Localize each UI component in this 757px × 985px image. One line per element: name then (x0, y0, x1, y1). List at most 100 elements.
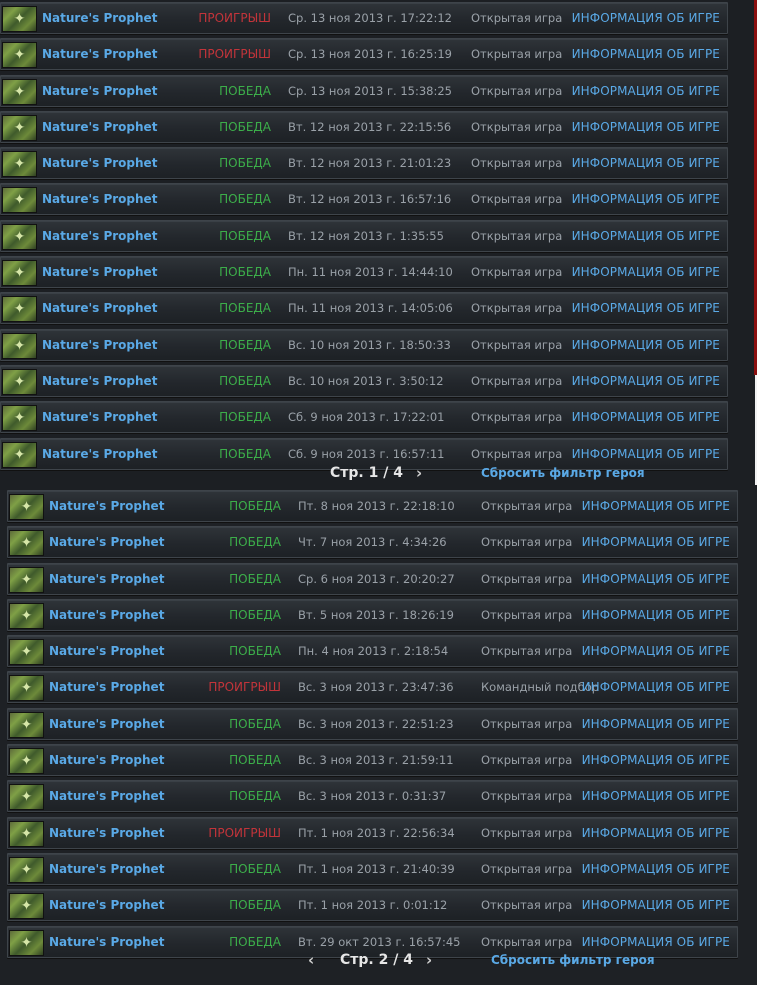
hero-name[interactable]: Nature's Prophet (49, 491, 164, 521)
hero-name[interactable]: Nature's Prophet (42, 3, 157, 33)
match-row[interactable]: ✦ Nature's Prophet ПРОИГРЫШ Пт. 1 ноя 2013 … (7, 816, 738, 849)
match-info-link[interactable]: ИНФОРМАЦИЯ ОБ ИГРЕ (572, 221, 720, 251)
hero-name[interactable]: Nature's Prophet (49, 890, 164, 920)
match-row[interactable]: ✦ Nature's Prophet ПРОИГРЫШ Ср. 13 ноя 2013… (0, 38, 728, 71)
match-row[interactable]: ✦ Nature's Prophet ПОБЕДА Вт. 12 ноя 2013 г… (0, 147, 728, 180)
hero-name[interactable]: Nature's Prophet (49, 709, 164, 739)
match-info-link[interactable]: ИНФОРМАЦИЯ ОБ ИГРЕ (572, 293, 720, 323)
hero-name[interactable]: Nature's Prophet (49, 927, 164, 957)
hero-name[interactable]: Nature's Prophet (42, 39, 157, 69)
match-row[interactable]: ✦ Nature's Prophet ПОБЕДА Пт. 8 ноя 2013 г.… (7, 490, 738, 522)
match-info-link[interactable]: ИНФОРМАЦИЯ ОБ ИГРЕ (572, 184, 720, 214)
hero-name[interactable]: Nature's Prophet (42, 184, 157, 214)
match-row[interactable]: ✦ Nature's Prophet ПОБЕДА Вс. 10 ноя 2013 г… (0, 364, 728, 397)
match-info-link[interactable]: ИНФОРМАЦИЯ ОБ ИГРЕ (582, 636, 730, 666)
match-info-link[interactable]: ИНФОРМАЦИЯ ОБ ИГРЕ (572, 257, 720, 287)
hero-portrait-icon: ✦ (2, 42, 37, 69)
next-page-button[interactable]: › (416, 462, 422, 484)
match-row[interactable]: ✦ Nature's Prophet ПРОИГРЫШ Вс. 3 ноя 2013 … (7, 671, 738, 704)
match-row[interactable]: ✦ Nature's Prophet ПОБЕДА Вт. 5 ноя 2013 г.… (7, 598, 738, 631)
hero-name[interactable]: Nature's Prophet (49, 781, 164, 811)
hero-name[interactable]: Nature's Prophet (42, 439, 157, 469)
match-row[interactable]: ✦ Nature's Prophet ПОБЕДА Пн. 4 ноя 2013 г.… (7, 635, 738, 668)
hero-name[interactable]: Nature's Prophet (49, 854, 164, 884)
game-mode: Открытая игра (481, 607, 573, 622)
hero-name[interactable]: Nature's Prophet (42, 257, 157, 287)
match-row[interactable]: ✦ Nature's Prophet ПОБЕДА Вс. 3 ноя 2013 г.… (7, 780, 738, 813)
match-info-link[interactable]: ИНФОРМАЦИЯ ОБ ИГРЕ (572, 402, 720, 432)
match-row[interactable]: ✦ Nature's Prophet ПОБЕДА Вс. 3 ноя 2013 г.… (7, 744, 738, 777)
match-row[interactable]: ✦ Nature's Prophet ПОБЕДА Чт. 7 ноя 2013 г.… (7, 526, 738, 559)
hero-name[interactable]: Nature's Prophet (42, 330, 157, 360)
match-date: Ср. 13 ноя 2013 г. 17:22:12 (288, 11, 452, 25)
prev-page-button[interactable]: ‹ (308, 949, 314, 971)
match-info-link[interactable]: ИНФОРМАЦИЯ ОБ ИГРЕ (582, 781, 730, 811)
match-row[interactable]: ✦ Nature's Prophet ПОБЕДА Вт. 12 ноя 2013 г… (0, 110, 728, 143)
match-info-link[interactable]: ИНФОРМАЦИЯ ОБ ИГРЕ (582, 672, 730, 702)
match-info-link[interactable]: ИНФОРМАЦИЯ ОБ ИГРЕ (582, 890, 730, 920)
hero-name[interactable]: Nature's Prophet (42, 402, 157, 432)
match-row[interactable]: ✦ Nature's Prophet ПОБЕДА Сб. 9 ноя 2013 г.… (0, 401, 728, 434)
match-row[interactable]: ✦ Nature's Prophet ПОБЕДА Вс. 3 ноя 2013 г.… (7, 707, 738, 740)
match-row[interactable]: ✦ Nature's Prophet ПОБЕДА Вт. 12 ноя 2013 г… (0, 183, 728, 216)
reset-hero-filter-link[interactable]: Сбросить фильтр героя (481, 466, 645, 480)
hero-name[interactable]: Nature's Prophet (49, 818, 164, 848)
hero-portrait-icon: ✦ (9, 494, 44, 520)
hero-name[interactable]: Nature's Prophet (49, 600, 164, 630)
hero-name[interactable]: Nature's Prophet (49, 527, 164, 557)
match-info-link[interactable]: ИНФОРМАЦИЯ ОБ ИГРЕ (572, 439, 720, 469)
hero-name[interactable]: Nature's Prophet (42, 76, 157, 106)
match-info-link[interactable]: ИНФОРМАЦИЯ ОБ ИГРЕ (572, 39, 720, 69)
match-info-link[interactable]: ИНФОРМАЦИЯ ОБ ИГРЕ (572, 3, 720, 33)
hero-portrait-icon: ✦ (9, 856, 44, 883)
match-info-link[interactable]: ИНФОРМАЦИЯ ОБ ИГРЕ (582, 491, 730, 521)
game-mode: Открытая игра (471, 265, 563, 280)
hero-name[interactable]: Nature's Prophet (49, 672, 164, 702)
hero-name[interactable]: Nature's Prophet (49, 564, 164, 594)
match-result: ПОБЕДА (229, 934, 281, 949)
match-date: Чт. 7 ноя 2013 г. 4:34:26 (298, 535, 447, 550)
match-date: Пн. 11 ноя 2013 г. 14:44:10 (288, 265, 453, 280)
reset-hero-filter-link[interactable]: Сбросить фильтр героя (491, 953, 655, 967)
hero-name[interactable]: Nature's Prophet (42, 112, 157, 142)
match-info-link[interactable]: ИНФОРМАЦИЯ ОБ ИГРЕ (572, 366, 720, 396)
hero-name[interactable]: Nature's Prophet (49, 745, 164, 775)
next-page-button[interactable]: › (426, 949, 432, 971)
match-row[interactable]: ✦ Nature's Prophet ПОБЕДА Пт. 1 ноя 2013 г.… (7, 889, 738, 922)
match-info-link[interactable]: ИНФОРМАЦИЯ ОБ ИГРЕ (572, 148, 720, 178)
hero-portrait-icon: ✦ (2, 260, 37, 287)
match-info-link[interactable]: ИНФОРМАЦИЯ ОБ ИГРЕ (582, 600, 730, 630)
hero-name[interactable]: Nature's Prophet (49, 636, 164, 666)
match-info-link[interactable]: ИНФОРМАЦИЯ ОБ ИГРЕ (572, 76, 720, 106)
match-row[interactable]: ✦ Nature's Prophet ПОБЕДА Вт. 12 ноя 2013 г… (0, 219, 728, 252)
match-date: Ср. 13 ноя 2013 г. 16:25:19 (288, 47, 452, 62)
match-date: Вс. 10 ноя 2013 г. 3:50:12 (288, 373, 444, 388)
hero-name[interactable]: Nature's Prophet (42, 148, 157, 178)
game-mode: Открытая игра (471, 192, 563, 207)
match-list: ✦ Nature's Prophet ПРОИГРЫШ Ср. 13 ноя 2013… (0, 2, 728, 474)
match-info-link[interactable]: ИНФОРМАЦИЯ ОБ ИГРЕ (582, 709, 730, 739)
match-row[interactable]: ✦ Nature's Prophet ПОБЕДА Пт. 1 ноя 2013 г.… (7, 852, 738, 885)
match-row[interactable]: ✦ Nature's Prophet ПОБЕДА Ср. 6 ноя 2013 г.… (7, 562, 738, 595)
match-info-link[interactable]: ИНФОРМАЦИЯ ОБ ИГРЕ (572, 330, 720, 360)
game-mode: Открытая игра (471, 119, 563, 134)
hero-name[interactable]: Nature's Prophet (42, 293, 157, 323)
match-row[interactable]: ✦ Nature's Prophet ПОБЕДА Пн. 11 ноя 2013 г… (0, 292, 728, 325)
match-info-link[interactable]: ИНФОРМАЦИЯ ОБ ИГРЕ (582, 745, 730, 775)
match-row[interactable]: ✦ Nature's Prophet ПОБЕДА Пн. 11 ноя 2013 г… (0, 256, 728, 289)
match-date: Вт. 12 ноя 2013 г. 16:57:16 (288, 192, 452, 207)
match-result: ПОБЕДА (229, 644, 281, 659)
match-row[interactable]: ✦ Nature's Prophet ПОБЕДА Вс. 10 ноя 2013 г… (0, 328, 728, 361)
match-row[interactable]: ✦ Nature's Prophet ПРОИГРЫШ Ср. 13 ноя 2013… (0, 2, 728, 34)
match-info-link[interactable]: ИНФОРМАЦИЯ ОБ ИГРЕ (582, 818, 730, 848)
page-indicator: Стр. 2 / 4 (340, 952, 413, 968)
match-row[interactable]: ✦ Nature's Prophet ПОБЕДА Ср. 13 ноя 2013 г… (0, 74, 728, 107)
match-info-link[interactable]: ИНФОРМАЦИЯ ОБ ИГРЕ (582, 854, 730, 884)
match-info-link[interactable]: ИНФОРМАЦИЯ ОБ ИГРЕ (572, 112, 720, 142)
hero-name[interactable]: Nature's Prophet (42, 366, 157, 396)
match-info-link[interactable]: ИНФОРМАЦИЯ ОБ ИГРЕ (582, 527, 730, 557)
match-result: ПОБЕДА (219, 373, 271, 388)
hero-name[interactable]: Nature's Prophet (42, 221, 157, 251)
hero-portrait-icon: ✦ (2, 78, 37, 105)
match-info-link[interactable]: ИНФОРМАЦИЯ ОБ ИГРЕ (582, 564, 730, 594)
